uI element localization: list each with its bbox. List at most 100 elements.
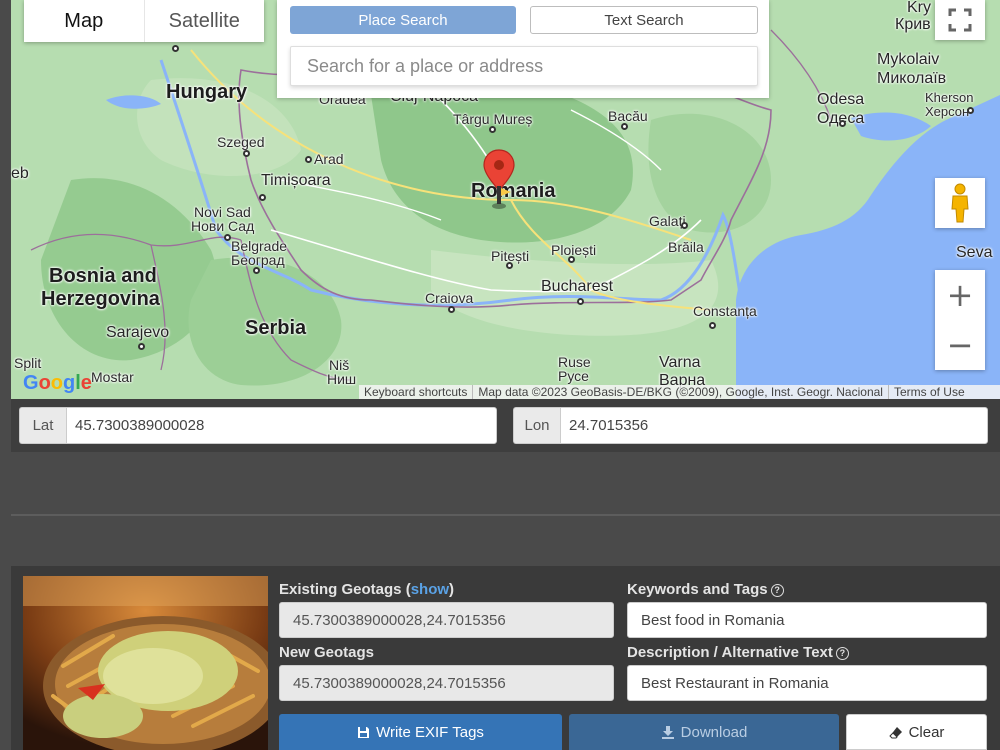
map-label-seva: Seva: [956, 244, 993, 261]
map-label-kryvyi-2: Крив: [895, 16, 931, 33]
keywords-input[interactable]: [627, 602, 987, 638]
existing-geotags-label: Existing Geotags (show): [279, 581, 454, 598]
city-dot: [259, 194, 266, 201]
keyboard-shortcuts-link[interactable]: Keyboard shortcuts: [359, 385, 472, 399]
map-label-split: Split: [14, 355, 42, 371]
fullscreen-icon: [948, 8, 972, 32]
zoom-control: + −: [935, 270, 985, 370]
terms-of-use-link[interactable]: Terms of Use: [887, 385, 970, 399]
write-exif-label: Write EXIF Tags: [376, 723, 484, 741]
map-label-sarajevo: Sarajevo: [106, 324, 170, 341]
city-dot: [506, 262, 513, 269]
map-label-eb: eb: [11, 165, 29, 182]
city-dot: [489, 126, 496, 133]
lat-label: Lat: [19, 407, 66, 444]
eraser-icon: [888, 726, 902, 738]
city-dot: [839, 120, 846, 127]
place-search-input[interactable]: [290, 46, 758, 86]
new-geotags-value: 45.7300389000028,24.7015356: [279, 665, 614, 701]
existing-geotags-value: 45.7300389000028,24.7015356: [279, 602, 614, 638]
write-exif-button[interactable]: Write EXIF Tags: [279, 714, 562, 750]
download-button[interactable]: Download: [569, 714, 839, 750]
pegman-icon: [951, 183, 969, 223]
existing-geotags-close: ): [449, 581, 455, 598]
map-label-serbia: Serbia: [245, 317, 307, 339]
zoom-out-button[interactable]: −: [935, 320, 985, 370]
help-icon[interactable]: ?: [770, 584, 784, 597]
description-label: Description / Alternative Text?: [627, 644, 849, 661]
map-label-mostar: Mostar: [91, 369, 134, 385]
city-dot: [621, 123, 628, 130]
map-type-map-button[interactable]: Map: [24, 0, 145, 42]
map-attribution: Keyboard shortcuts Map data ©2023 GeoBas…: [359, 385, 1000, 399]
map-label-kherson-1: Kherson: [925, 90, 974, 105]
lat-input[interactable]: [66, 407, 497, 444]
map-label-bosnia-1: Bosnia and: [49, 265, 157, 287]
map-label-bacau: Bacău: [608, 108, 648, 124]
map-label-kryvyi-1: Kry: [907, 0, 931, 16]
map-label-mykolaiv-2: Миколаїв: [877, 70, 947, 87]
map-label-szeged: Szeged: [217, 134, 265, 150]
zoom-in-button[interactable]: +: [935, 270, 985, 320]
map-label-craiova: Craiova: [425, 290, 474, 306]
map-label-odesa-1: Odesa: [817, 91, 865, 108]
save-icon: [358, 726, 370, 738]
city-dot: [253, 267, 260, 274]
map-label-ruse-2: Русе: [558, 368, 589, 384]
lon-group: Lon: [513, 407, 988, 444]
section-divider: [11, 514, 1000, 516]
place-search-button[interactable]: Place Search: [290, 6, 516, 34]
city-dot: [224, 234, 231, 241]
city-dot: [577, 298, 584, 305]
map-data-credit: Map data ©2023 GeoBasis-DE/BKG (©2009), …: [472, 385, 888, 399]
map-label-hungary: Hungary: [166, 81, 248, 103]
description-input[interactable]: [627, 665, 987, 701]
map-label-bosnia-2: Herzegovina: [41, 288, 160, 310]
map-type-satellite-button[interactable]: Satellite: [145, 0, 265, 42]
city-dot: [448, 306, 455, 313]
photo-thumbnail[interactable]: [23, 576, 268, 750]
map-label-kherson-2: Херсон: [925, 104, 970, 119]
map-label-nis-2: Ниш: [327, 371, 357, 387]
download-icon: [661, 726, 674, 739]
city-dot: [681, 222, 688, 229]
city-dot: [568, 256, 575, 263]
lat-group: Lat: [19, 407, 497, 444]
show-geotags-link[interactable]: show: [411, 581, 449, 598]
map-panel: Hungary Romania Serbia Bosnia and Herzeg…: [11, 0, 1000, 452]
new-geotags-label: New Geotags: [279, 644, 375, 661]
map-label-novi-sad-2: Нови Сад: [191, 218, 255, 234]
street-view-pegman-button[interactable]: [935, 178, 985, 228]
map-label-mykolaiv-1: Mykolaiv: [877, 51, 940, 68]
clear-button[interactable]: Clear: [846, 714, 987, 750]
map-label-arad: Arad: [314, 151, 344, 167]
map-label-varna-1: Varna: [659, 354, 701, 371]
map-label-belgrade-2: Београд: [231, 252, 285, 268]
city-dot: [305, 156, 312, 163]
map-label-targu: Târgu Mureș: [453, 111, 533, 127]
help-icon[interactable]: ?: [835, 647, 849, 660]
lon-label: Lon: [513, 407, 560, 444]
map-label-timisoara: Timișoara: [261, 172, 331, 189]
map-canvas[interactable]: Hungary Romania Serbia Bosnia and Herzeg…: [11, 0, 1000, 399]
text-search-button[interactable]: Text Search: [530, 6, 758, 34]
location-marker-icon[interactable]: [481, 148, 517, 212]
search-card: Place Search Text Search: [277, 0, 769, 98]
food-photo-image: [23, 576, 268, 750]
city-dot: [709, 322, 716, 329]
clear-label: Clear: [908, 723, 945, 741]
map-label-braila: Brăila: [668, 239, 704, 255]
map-type-control: Map Satellite: [24, 0, 264, 42]
city-dot: [967, 107, 974, 114]
google-logo: Google: [23, 372, 92, 394]
keywords-label: Keywords and Tags?: [627, 581, 784, 598]
map-label-ploiesti: Ploiești: [551, 242, 597, 258]
map-label-galati: Galați: [649, 213, 686, 229]
map-label-constanta: Constanța: [693, 303, 757, 319]
city-dot: [243, 150, 250, 157]
keywords-label-text: Keywords and Tags: [627, 581, 768, 598]
city-dot: [172, 45, 179, 52]
lon-input[interactable]: [560, 407, 988, 444]
download-label: Download: [680, 723, 748, 741]
fullscreen-button[interactable]: [935, 0, 985, 40]
